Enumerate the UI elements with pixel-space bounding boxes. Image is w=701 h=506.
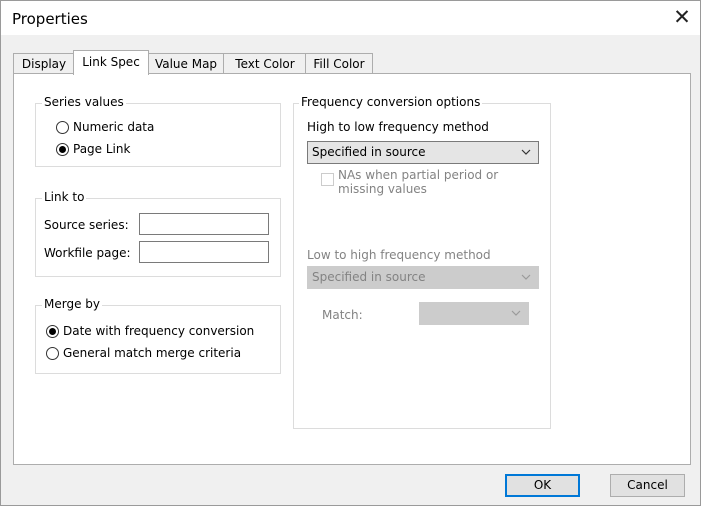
numeric-data-radio[interactable] <box>56 121 69 134</box>
high-to-low-label: High to low frequency method <box>307 120 489 134</box>
numeric-data-label[interactable]: Numeric data <box>73 120 154 134</box>
low-to-high-value: Specified in source <box>312 270 426 284</box>
series-values-group <box>35 103 281 167</box>
close-icon: ✕ <box>673 5 691 29</box>
tab-display[interactable]: Display <box>13 53 75 74</box>
tab-link-spec[interactable]: Link Spec <box>73 50 149 75</box>
ok-button[interactable]: OK <box>505 474 580 497</box>
link-to-title: Link to <box>42 190 87 204</box>
series-values-title: Series values <box>42 95 126 109</box>
tab-value-map[interactable]: Value Map <box>147 53 225 74</box>
link-to-group <box>35 198 281 277</box>
match-select[interactable] <box>419 302 529 325</box>
match-label: Match: <box>322 308 363 322</box>
chevron-down-icon <box>521 274 531 280</box>
nas-partial-period-label: NAs when partial period or missing value… <box>338 168 498 196</box>
cancel-button[interactable]: Cancel <box>610 474 685 497</box>
workfile-page-input[interactable] <box>139 241 269 263</box>
source-series-input[interactable] <box>139 213 269 235</box>
merge-by-group <box>35 305 281 374</box>
high-to-low-value: Specified in source <box>312 145 426 159</box>
nas-partial-period-checkbox[interactable] <box>321 173 334 186</box>
chevron-down-icon <box>521 149 531 155</box>
page-link-label[interactable]: Page Link <box>73 142 130 156</box>
date-frequency-conversion-label[interactable]: Date with frequency conversion <box>63 324 254 338</box>
frequency-conversion-title: Frequency conversion options <box>299 95 483 109</box>
high-to-low-select[interactable]: Specified in source <box>307 141 539 164</box>
source-series-label: Source series: <box>44 218 129 232</box>
tab-panel-link-spec: Series values Numeric data Page Link Lin… <box>13 73 691 465</box>
merge-by-title: Merge by <box>42 297 102 311</box>
date-frequency-conversion-radio[interactable] <box>46 325 59 338</box>
low-to-high-label: Low to high frequency method <box>307 248 491 262</box>
chevron-down-icon <box>511 310 521 316</box>
workfile-page-label: Workfile page: <box>44 246 131 260</box>
window-title: Properties <box>12 10 88 28</box>
low-to-high-select[interactable]: Specified in source <box>307 266 539 289</box>
properties-dialog: Properties ✕ Display Link Spec Value Map… <box>0 0 701 506</box>
general-match-merge-radio[interactable] <box>46 347 59 360</box>
page-link-radio[interactable] <box>56 143 69 156</box>
nas-partial-period-line2: missing values <box>338 182 427 196</box>
general-match-merge-label[interactable]: General match merge criteria <box>63 346 241 360</box>
nas-partial-period-line1: NAs when partial period or <box>338 168 499 182</box>
tab-text-color[interactable]: Text Color <box>223 53 307 74</box>
title-bar: Properties ✕ <box>1 1 700 35</box>
tab-fill-color[interactable]: Fill Color <box>305 53 373 74</box>
close-button[interactable]: ✕ <box>664 1 700 35</box>
